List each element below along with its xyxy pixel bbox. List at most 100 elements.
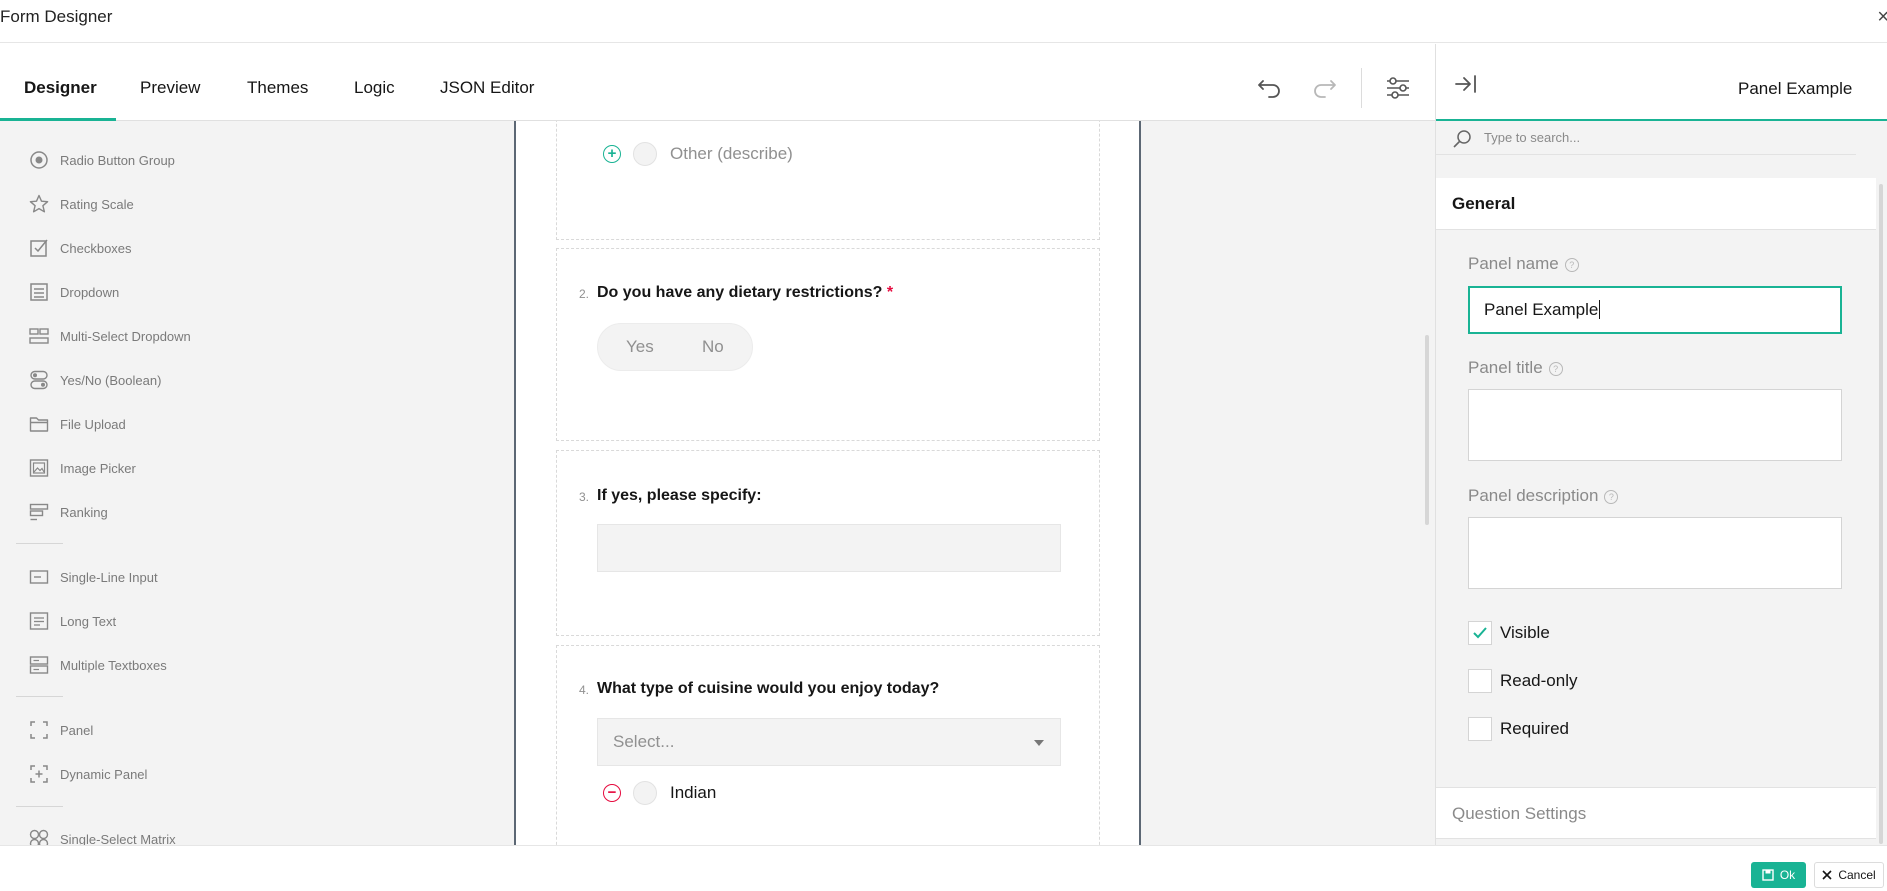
toolbox-item-boolean[interactable]: Yes/No (Boolean) <box>28 369 161 391</box>
section-question-settings-title: Question Settings <box>1452 804 1587 823</box>
settings-sliders-icon[interactable] <box>1384 74 1412 102</box>
dropdown-icon <box>28 281 50 303</box>
close-window-icon[interactable]: × <box>1877 6 1887 29</box>
boolean-no-label[interactable]: No <box>702 337 724 357</box>
tab-designer[interactable]: Designer <box>24 78 97 98</box>
ranking-icon <box>28 501 50 523</box>
readonly-checkbox[interactable] <box>1468 669 1492 693</box>
question-title[interactable]: If yes, please specify: <box>597 487 762 505</box>
canvas-scrollbar[interactable] <box>1425 335 1429 525</box>
panel-icon <box>28 719 50 741</box>
toolbox-item-label: Image Picker <box>60 460 136 476</box>
property-grid: Panel Example Type to search... General … <box>1435 44 1887 845</box>
section-question-settings-header[interactable]: Question Settings <box>1436 787 1876 839</box>
property-grid-scrollbar[interactable] <box>1879 184 1883 844</box>
choice-label-indian[interactable]: Indian <box>670 783 716 803</box>
toolbox-item-multiple-textboxes[interactable]: Multiple Textboxes <box>28 654 167 676</box>
boolean-yes-label[interactable]: Yes <box>626 337 654 357</box>
required-checkbox[interactable] <box>1468 717 1492 741</box>
required-mark: * <box>886 284 894 301</box>
undo-icon[interactable] <box>1255 74 1283 102</box>
panel-name-label: Panel name? <box>1468 254 1579 274</box>
toolbox-item-file-upload[interactable]: File Upload <box>28 413 126 435</box>
toolbox-item-dynamic-panel[interactable]: Dynamic Panel <box>28 763 147 785</box>
toolbox-divider <box>16 543 63 544</box>
toolbox-item-long-text[interactable]: Long Text <box>28 610 116 632</box>
radio-choice-circle <box>633 781 657 805</box>
star-icon <box>28 193 50 215</box>
toolbox-item-label: Single-Select Matrix <box>60 831 176 846</box>
help-icon[interactable]: ? <box>1604 489 1619 504</box>
tab-logic[interactable]: Logic <box>354 78 395 98</box>
cancel-button-label: Cancel <box>1838 868 1876 882</box>
panel-name-input[interactable]: Panel Example <box>1468 286 1842 334</box>
readonly-label[interactable]: Read-only <box>1500 671 1578 691</box>
toolbox-item-checkboxes[interactable]: Checkboxes <box>28 237 132 259</box>
add-choice-icon[interactable]: + <box>603 145 621 163</box>
toolbox-item-single-select-matrix[interactable]: Single-Select Matrix <box>28 828 176 845</box>
question-title-text: Do you have any dietary restrictions? <box>597 284 883 301</box>
window-title: Form Designer <box>0 7 113 26</box>
redo-icon[interactable] <box>1311 74 1339 102</box>
design-canvas: + Other (describe) 2. Do you have any di… <box>514 121 1435 845</box>
question-4-card[interactable]: 4. What type of cuisine would you enjoy … <box>556 645 1100 845</box>
question-1-card[interactable]: + Other (describe) <box>556 121 1100 240</box>
selected-element-title: Panel Example <box>1738 79 1853 98</box>
toolbox-item-image-picker[interactable]: Image Picker <box>28 457 136 479</box>
required-label[interactable]: Required <box>1500 719 1569 739</box>
toolbox-item-dropdown[interactable]: Dropdown <box>28 281 119 303</box>
section-general-header[interactable]: General <box>1436 178 1876 230</box>
ok-button[interactable]: Ok <box>1751 862 1806 888</box>
cuisine-dropdown[interactable]: Select... <box>597 718 1061 766</box>
toolbox-item-label: Single-Line Input <box>60 569 158 585</box>
section-general-title: General <box>1452 194 1516 213</box>
matrix-icon <box>28 828 50 845</box>
toolbox-item-radio-group[interactable]: Radio Button Group <box>28 149 175 171</box>
question-3-card[interactable]: 3. If yes, please specify: <box>556 450 1100 636</box>
search-input[interactable]: Type to search... <box>1484 130 1580 145</box>
toolbox-panel: Radio Button Group Rating Scale Checkbox… <box>0 121 514 845</box>
collapse-panel-icon[interactable] <box>1454 74 1478 94</box>
question-2-card[interactable]: 2. Do you have any dietary restrictions?… <box>556 248 1100 441</box>
toolbox-item-label: Dynamic Panel <box>60 766 148 782</box>
panel-title-label: Panel title? <box>1468 358 1563 378</box>
cancel-button[interactable]: Cancel <box>1814 862 1884 888</box>
tab-json-editor[interactable]: JSON Editor <box>440 78 534 98</box>
boolean-toggle[interactable]: Yes No <box>597 323 753 371</box>
property-grid-header: Panel Example <box>1436 44 1887 121</box>
toolbox-item-rating[interactable]: Rating Scale <box>28 193 134 215</box>
toolbox-item-label: Ranking <box>60 504 108 520</box>
other-choice-label[interactable]: Other (describe) <box>670 144 793 164</box>
tab-preview[interactable]: Preview <box>140 78 200 98</box>
checkmark-icon <box>1473 627 1487 639</box>
panel-description-textarea[interactable] <box>1468 517 1842 589</box>
toolbox-item-multiselect-dropdown[interactable]: Multi-Select Dropdown <box>28 325 191 347</box>
visible-label[interactable]: Visible <box>1500 623 1550 643</box>
help-icon[interactable]: ? <box>1564 257 1579 272</box>
help-icon[interactable]: ? <box>1548 361 1563 376</box>
question-title[interactable]: Do you have any dietary restrictions? * <box>597 284 893 302</box>
remove-choice-icon[interactable]: − <box>603 784 621 802</box>
question-title[interactable]: What type of cuisine would you enjoy tod… <box>597 680 939 698</box>
visible-checkbox[interactable] <box>1468 621 1492 645</box>
image-icon <box>28 457 50 479</box>
designer-tabbar: Designer Preview Themes Logic JSON Edito… <box>0 44 1435 121</box>
toolbar-divider <box>1361 68 1362 108</box>
dropdown-placeholder: Select... <box>613 732 675 751</box>
radio-icon <box>28 149 50 171</box>
close-icon <box>1822 870 1832 880</box>
input-icon <box>28 566 50 588</box>
multitext-icon <box>28 654 50 676</box>
panel-name-label-text: Panel name <box>1468 254 1559 273</box>
toolbox-item-panel[interactable]: Panel <box>28 719 93 741</box>
tab-themes[interactable]: Themes <box>247 78 308 98</box>
property-search[interactable]: Type to search... <box>1436 121 1856 155</box>
panel-name-value: Panel Example <box>1484 300 1599 319</box>
toolbox-item-label: Yes/No (Boolean) <box>60 372 162 388</box>
text-answer-input[interactable] <box>597 524 1061 572</box>
toolbox-item-ranking[interactable]: Ranking <box>28 501 108 523</box>
toolbox-item-label: Panel <box>60 722 94 738</box>
dynamic-panel-icon <box>28 763 50 785</box>
panel-title-textarea[interactable] <box>1468 389 1842 461</box>
toolbox-item-single-line-input[interactable]: Single-Line Input <box>28 566 158 588</box>
